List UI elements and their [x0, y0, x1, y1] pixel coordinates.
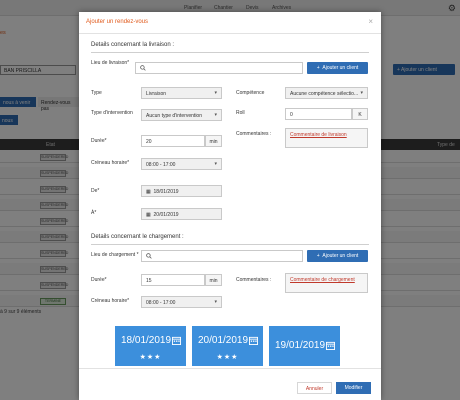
loading-comments-label: Commentaires : — [236, 277, 272, 283]
delivery-location-input[interactable] — [135, 62, 303, 74]
to-date-label: À* — [91, 210, 97, 216]
delivery-duration-unit: min — [205, 135, 222, 147]
loading-duration-input[interactable]: 15 — [141, 274, 205, 286]
date-card[interactable]: 18/01/2019 ★★★ — [115, 326, 186, 366]
cancel-button[interactable]: Annuler — [297, 382, 332, 394]
loading-duration-label: Durée* — [91, 277, 107, 283]
section-divider — [91, 244, 369, 245]
delivery-comments-label: Commentaires : — [236, 131, 272, 137]
loading-comments-textarea[interactable]: Commentaire de chargement — [285, 273, 368, 293]
loading-slot-select[interactable]: 08:00 - 17:00 ▾ — [141, 296, 222, 308]
loading-section-title: Details concernant le chargement : — [91, 234, 184, 240]
calendar-icon — [326, 341, 335, 350]
roll-input[interactable]: 0 — [285, 108, 352, 120]
delivery-duration-input[interactable]: 20 — [141, 135, 205, 147]
intervention-type-select[interactable]: Aucun type d'intervention ▾ — [141, 109, 222, 121]
calendar-icon: ▦ — [146, 189, 151, 195]
date-card-date: 20/01/2019 — [198, 335, 249, 346]
delivery-location-label: Lieu de livraison* — [91, 60, 130, 66]
delivery-slot-label: Créneau horaire* — [91, 160, 130, 166]
calendar-icon — [172, 336, 181, 345]
date-card[interactable]: 20/01/2019 ★★★ — [192, 326, 263, 366]
date-card-date: 18/01/2019 — [121, 335, 172, 346]
roll-unit-addon: K — [352, 108, 368, 120]
modal-header: Ajouter un rendez-vous × — [79, 12, 381, 34]
delivery-add-client-button[interactable]: + Ajouter un client — [307, 62, 368, 74]
type-select[interactable]: Livraison ▾ — [141, 87, 222, 99]
date-card-date: 19/01/2019 — [275, 340, 326, 351]
chevron-down-icon: ▾ — [214, 299, 217, 305]
loading-add-client-button[interactable]: + Ajouter un client — [307, 250, 368, 262]
chevron-down-icon: ▾ — [214, 90, 217, 96]
date-card[interactable]: 19/01/2019 — [269, 326, 340, 366]
chevron-down-icon: ▾ — [214, 161, 217, 167]
intervention-type-label: Type d'intervention — [91, 110, 133, 116]
delivery-section-title: Details concernant la livraison : — [91, 42, 175, 48]
calendar-icon: ▦ — [146, 212, 151, 218]
search-icon — [146, 253, 152, 259]
rating-stars: ★★★ — [216, 354, 239, 361]
from-date-label: De* — [91, 188, 100, 194]
loading-add-client-label: Ajouter un client — [322, 253, 359, 259]
close-icon[interactable]: × — [368, 17, 373, 26]
competence-label: Compétence — [236, 90, 265, 96]
type-label: Type — [91, 90, 102, 96]
delivery-slot-select[interactable]: 08:00 - 17:00 ▾ — [141, 158, 222, 170]
rating-stars: ★★★ — [139, 354, 162, 361]
to-date-input[interactable]: ▦ 20/01/2019 — [141, 208, 222, 220]
chevron-down-icon: ▾ — [214, 112, 217, 118]
section-divider — [91, 52, 369, 53]
modify-button[interactable]: Modifier — [336, 382, 371, 394]
delivery-duration-label: Durée* — [91, 138, 107, 144]
delivery-comments-textarea[interactable]: Commentaire de livraison — [285, 128, 368, 148]
modal-title: Ajouter un rendez-vous — [86, 19, 149, 25]
loading-location-input[interactable] — [141, 250, 303, 262]
calendar-icon — [249, 336, 258, 345]
loading-duration-unit: min — [205, 274, 222, 286]
roll-label: Roll — [236, 110, 245, 116]
loading-slot-label: Créneau horaire* — [91, 298, 130, 304]
add-appointment-modal: Ajouter un rendez-vous × Details concern… — [79, 12, 381, 400]
competence-select[interactable]: Aucune compétence sélectio... ▾ — [285, 87, 368, 99]
delivery-add-client-label: Ajouter un client — [322, 65, 359, 71]
chevron-down-icon: ▾ — [360, 90, 363, 96]
loading-location-label: Lieu de chargement * — [91, 252, 139, 258]
search-icon — [140, 65, 146, 71]
from-date-input[interactable]: ▦ 18/01/2019 — [141, 185, 222, 197]
